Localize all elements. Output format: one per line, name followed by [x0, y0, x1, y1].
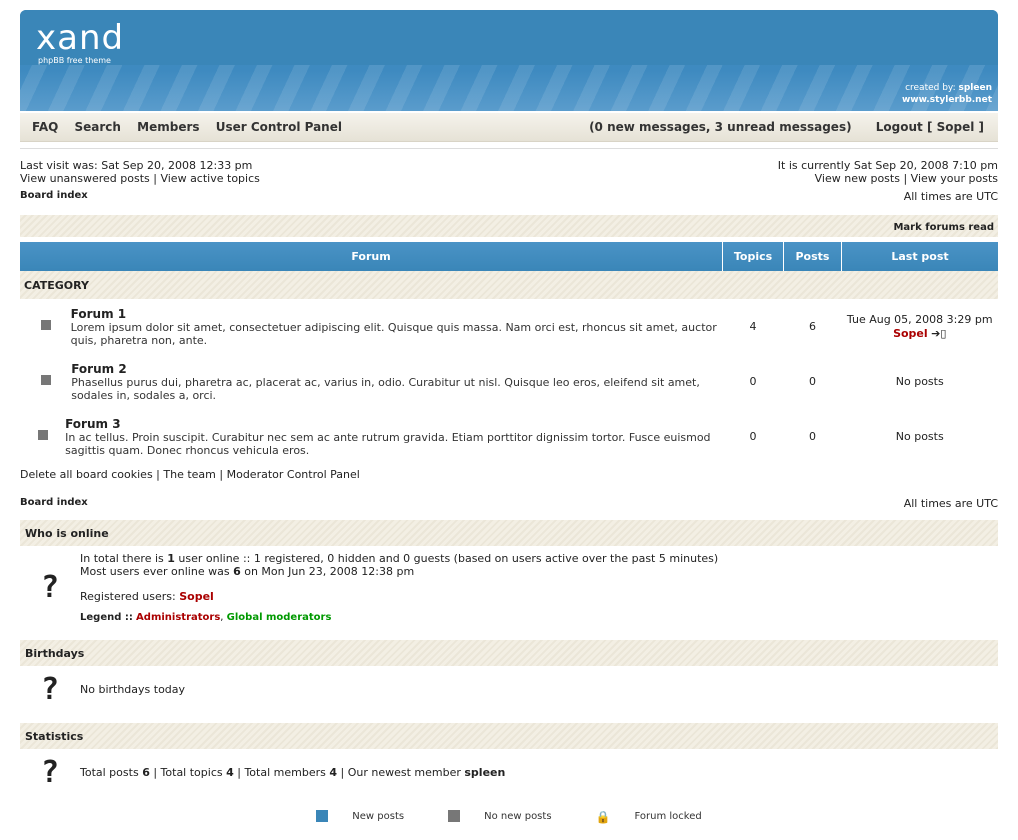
col-last-post: Last post [841, 242, 998, 271]
credit-url[interactable]: www.stylerbb.net [902, 95, 992, 105]
registered-user-link[interactable]: Sopel [179, 590, 214, 603]
nav-search[interactable]: Search [75, 120, 121, 134]
nav-faq[interactable]: FAQ [32, 120, 58, 134]
who-is-online-header: Who is online [20, 520, 998, 546]
col-topics: Topics [722, 242, 784, 271]
forum-desc: In ac tellus. Proin suscipit. Curabitur … [65, 430, 711, 457]
site-logo[interactable]: xand [36, 18, 124, 58]
no-new-posts-icon [448, 810, 461, 822]
divider [20, 148, 998, 149]
goto-last-post-icon[interactable]: ➔▯ [931, 327, 946, 340]
question-mark-icon: ? [40, 570, 60, 605]
view-yours-link[interactable]: View your posts [911, 172, 998, 185]
registered-label: Registered users: [80, 590, 176, 603]
site-header: xand phpBB free theme created by: spleen… [20, 10, 998, 111]
forum-desc: Lorem ipsum dolor sit amet, consectetuer… [70, 320, 717, 347]
breadcrumb-board-index[interactable]: Board index [20, 497, 88, 510]
birthdays-header: Birthdays [20, 640, 998, 666]
nav-bar: FAQ Search Members User Control Panel (0… [20, 113, 998, 142]
online-text: In total there is [80, 552, 164, 565]
birthdays-text: No birthdays today [80, 683, 186, 696]
theme-credit: created by: spleen www.stylerbb.net [902, 82, 992, 106]
nav-logout[interactable]: Logout [ Sopel ] [876, 120, 984, 134]
record-text: Most users ever online was [80, 565, 230, 578]
forum-row: Forum 3 In ac tellus. Proin suscipit. Cu… [20, 409, 998, 464]
timezone-text: All times are UTC [903, 190, 998, 203]
forum-desc: Phasellus purus dui, pharetra ac, placer… [71, 375, 700, 402]
breadcrumb-board-index[interactable]: Board index [20, 190, 88, 203]
credit-author: spleen [958, 83, 993, 93]
footer-links: Delete all board cookies | The team | Mo… [20, 468, 360, 481]
view-new-link[interactable]: View new posts [815, 172, 900, 185]
forum-name[interactable]: Forum 2 [71, 362, 721, 376]
icon-legend: New posts No new posts 🔒 Forum locked [20, 810, 998, 824]
stat-value: 6 [142, 766, 150, 779]
legend-new-posts: New posts [352, 810, 405, 822]
stat-value: 4 [329, 766, 337, 779]
forum-posts: 0 [809, 430, 816, 443]
last-post-date: No posts [895, 429, 944, 443]
credit-prefix: created by: [905, 83, 956, 93]
online-count: 1 [167, 552, 175, 565]
question-mark-icon: ? [40, 755, 60, 790]
nav-members[interactable]: Members [137, 120, 199, 134]
record-text: on Mon Jun 23, 2008 12:38 pm [244, 565, 415, 578]
mark-forums-read-link[interactable]: Mark forums read [893, 222, 994, 233]
newest-member-link[interactable]: spleen [464, 766, 505, 779]
current-time-text: It is currently Sat Sep 20, 2008 7:10 pm [777, 159, 998, 172]
delete-cookies-link[interactable]: Delete all board cookies [20, 468, 153, 481]
new-posts-icon [316, 810, 329, 822]
legend-label: Legend :: [80, 612, 133, 623]
mark-bar: Mark forums read [20, 215, 998, 237]
nav-ucp[interactable]: User Control Panel [216, 120, 342, 134]
view-active-link[interactable]: View active topics [160, 172, 259, 185]
last-visit-text: Last visit was: Sat Sep 20, 2008 12:33 p… [20, 159, 253, 172]
no-new-posts-icon [38, 430, 49, 440]
forum-name[interactable]: Forum 1 [71, 307, 722, 321]
stat-label: Our newest member [347, 766, 461, 779]
who-is-online-body: ? In total there is 1 user online :: 1 r… [20, 546, 998, 630]
statistics-header: Statistics [20, 723, 998, 749]
no-new-posts-icon [41, 375, 52, 385]
last-post-date: No posts [895, 374, 944, 388]
col-forum: Forum [20, 242, 723, 271]
last-post-user[interactable]: Sopel [893, 327, 928, 340]
global-moderators-link[interactable]: Global moderators [227, 612, 332, 623]
legend-no-new-posts: No new posts [484, 810, 552, 822]
nav-messages[interactable]: (0 new messages, 3 unread messages) [589, 120, 852, 134]
last-post-date: Tue Aug 05, 2008 3:29 pm [846, 312, 993, 326]
forum-topics: 0 [749, 430, 757, 443]
lock-icon: 🔒 [595, 810, 611, 824]
record-count: 6 [233, 565, 241, 578]
forum-posts: 0 [809, 375, 816, 388]
logo-subtitle: phpBB free theme [38, 56, 111, 65]
stat-label: Total members [244, 766, 326, 779]
forum-topics: 0 [749, 375, 757, 388]
statistics-body: ? Total posts 6 | Total topics 4 | Total… [20, 749, 998, 796]
forum-row: Forum 1 Lorem ipsum dolor sit amet, cons… [20, 299, 998, 354]
col-posts: Posts [783, 242, 842, 271]
stat-label: Total posts [80, 766, 139, 779]
mcp-link[interactable]: Moderator Control Panel [227, 468, 360, 481]
forum-table: Forum Topics Posts Last post CATEGORY Fo… [20, 242, 998, 464]
birthdays-body: ? No birthdays today [20, 666, 998, 713]
administrators-link[interactable]: Administrators [136, 612, 220, 623]
stat-value: 4 [226, 766, 234, 779]
question-mark-icon: ? [40, 672, 60, 707]
forum-row: Forum 2 Phasellus purus dui, pharetra ac… [20, 354, 998, 409]
forum-name[interactable]: Forum 3 [65, 417, 721, 431]
forum-posts: 6 [809, 320, 816, 333]
online-text: user online :: 1 registered, 0 hidden an… [178, 552, 719, 565]
view-unanswered-link[interactable]: View unanswered posts [20, 172, 150, 185]
legend-forum-locked: Forum locked [634, 810, 702, 822]
team-link[interactable]: The team [163, 468, 216, 481]
timezone-text: All times are UTC [903, 497, 998, 510]
forum-topics: 4 [749, 320, 757, 333]
category-title[interactable]: CATEGORY [20, 271, 998, 299]
stat-label: Total topics [160, 766, 223, 779]
no-new-posts-icon [40, 320, 51, 330]
